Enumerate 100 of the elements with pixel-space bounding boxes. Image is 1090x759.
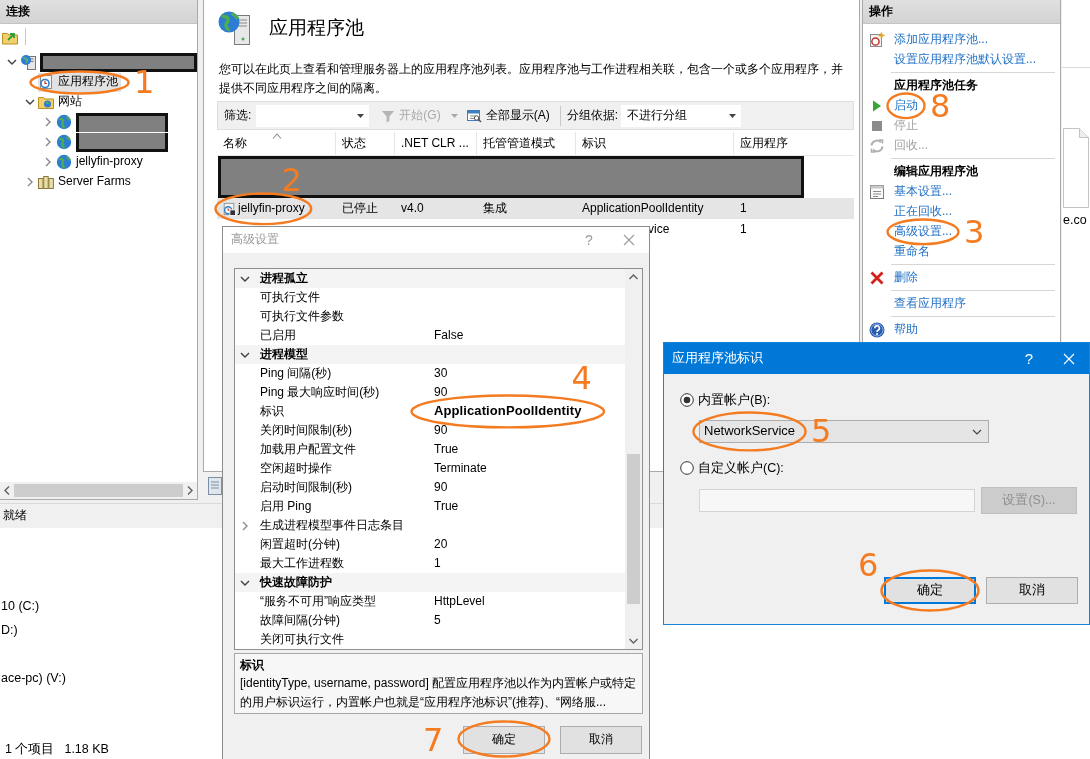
- category-label: 进程模型: [260, 346, 308, 363]
- caret-down-icon[interactable]: [450, 113, 458, 118]
- property-value: True: [434, 441, 459, 458]
- radio-label[interactable]: 内置帐户(B):: [698, 391, 771, 409]
- status-text: 1.18 KB: [64, 740, 109, 757]
- tree-item[interactable]: [56, 132, 171, 152]
- property-name: 最大工作进程数: [260, 555, 344, 570]
- property-name: 关闭时间限制(秒): [260, 422, 352, 437]
- action-link[interactable]: 正在回收...: [894, 204, 952, 220]
- dialog-button[interactable]: 确定: [884, 577, 976, 604]
- table-row[interactable]: jellyfin-proxy 已停止 v4.0 集成 ApplicationPoolIdentity 1: [217, 198, 854, 219]
- annotation-number: 7: [423, 726, 444, 754]
- table-cell: v4.0: [401, 200, 424, 217]
- property-name: 启用 Ping: [260, 498, 312, 513]
- annotation-number: 3: [964, 218, 985, 246]
- panel-title: 操作: [869, 3, 893, 20]
- globe-server-icon: [217, 10, 253, 46]
- section-heading: 应用程序池任务: [893, 77, 979, 94]
- radio-label[interactable]: 自定义帐户(C):: [698, 459, 784, 477]
- dialog-button[interactable]: 取消: [560, 726, 642, 754]
- property-value: ApplicationPoolIdentity: [434, 403, 582, 420]
- property-name: 生成进程模型事件日志条目: [260, 517, 404, 532]
- file-name: e.co: [1062, 212, 1088, 229]
- chevron-down-icon[interactable]: [25, 97, 35, 107]
- chevron-right-icon[interactable]: [43, 137, 53, 147]
- property-name: 标识: [260, 403, 284, 418]
- status-text: 就绪: [3, 508, 27, 524]
- close-icon: [1063, 352, 1075, 365]
- action-link[interactable]: 基本设置...: [894, 184, 952, 200]
- annotation-number: 6: [858, 551, 879, 579]
- horizontal-scrollbar[interactable]: [0, 482, 197, 499]
- dialog-button[interactable]: 确定: [463, 726, 545, 754]
- chevron-right-icon[interactable]: [43, 157, 53, 167]
- property-value: 20: [434, 536, 448, 553]
- action-link[interactable]: 重命名: [894, 244, 930, 260]
- property-name: 已启用: [260, 327, 296, 342]
- vertical-scrollbar[interactable]: [625, 269, 642, 649]
- show-all-button[interactable]: 全部显示(A): [463, 107, 552, 124]
- page-clock-icon: [38, 74, 54, 90]
- caret-down-icon: [357, 113, 365, 118]
- tree-item[interactable]: Server Farms: [38, 172, 134, 192]
- category-label: 进程孤立: [260, 270, 308, 287]
- dialog-button[interactable]: 取消: [986, 577, 1078, 604]
- drive-label[interactable]: 10 (C:): [1, 594, 222, 618]
- property-value: 1: [434, 555, 441, 572]
- page-description: 您可以在此页上查看和管理服务器上的应用程序池列表。应用程序池与工作进程相关联，包含一个或多个应用程序，并提供不同应用程序之间的隔离。: [219, 61, 844, 97]
- group-select[interactable]: 不进行分组: [621, 104, 741, 127]
- table-cell: 集成: [483, 200, 507, 217]
- globe-icon: [56, 114, 72, 130]
- funnel-icon: [381, 108, 396, 123]
- chevron-right-icon[interactable]: [240, 520, 250, 531]
- drive-label[interactable]: D:): [1, 618, 222, 642]
- stop-icon: [869, 118, 885, 134]
- property-name: 加载用户配置文件: [260, 441, 356, 456]
- category-label: 快速故障防护: [260, 574, 332, 591]
- tree-item[interactable]: jellyfin-proxy: [56, 152, 146, 172]
- property-name: 启动时间限制(秒): [260, 479, 352, 494]
- table-cell: 已停止: [342, 200, 378, 217]
- action-link[interactable]: 查看应用程序: [894, 296, 966, 312]
- panel-title: 连接: [6, 3, 30, 20]
- annotation-number: 5: [811, 417, 832, 446]
- property-value: 5: [434, 612, 441, 629]
- drive-label[interactable]: ace-pc) (V:): [1, 666, 222, 690]
- radio-button[interactable]: [680, 461, 694, 475]
- globe-icon: [56, 154, 72, 170]
- column-header[interactable]: 应用程序: [734, 132, 855, 156]
- page-plus-icon: [869, 32, 885, 48]
- scroll-right-icon: [187, 486, 193, 495]
- filter-field[interactable]: [256, 104, 370, 127]
- chevron-right-icon[interactable]: [43, 117, 53, 127]
- action-link[interactable]: 删除: [894, 270, 918, 286]
- dialog-title: 应用程序池标识: [672, 350, 764, 367]
- annotation-number: 2: [281, 165, 302, 194]
- help-button[interactable]: ?: [1009, 343, 1049, 374]
- property-name: Ping 最大响应时间(秒): [260, 384, 380, 399]
- chevron-right-icon[interactable]: [25, 177, 35, 187]
- table-cell: ApplicationPoolIdentity: [582, 200, 704, 217]
- description-title: 标识: [240, 657, 265, 674]
- property-name: 闲置超时(分钟): [260, 536, 340, 551]
- chevron-down-icon[interactable]: [7, 57, 17, 67]
- scroll-down-icon: [629, 638, 638, 644]
- scroll-left-icon: [4, 486, 10, 495]
- action-link[interactable]: 设置应用程序池默认设置...: [894, 52, 1036, 68]
- action-link[interactable]: 添加应用程序池...: [894, 32, 988, 48]
- annotation-number: 4: [571, 364, 592, 393]
- page-lines-icon[interactable]: [208, 477, 222, 495]
- radio-button[interactable]: [680, 393, 694, 407]
- dialog-title: 高级设置: [231, 232, 280, 248]
- server-globe-icon: [20, 54, 36, 70]
- chevron-down-icon: [972, 428, 982, 435]
- property-value: Terminate: [434, 460, 487, 477]
- action-link[interactable]: 帮助: [894, 322, 918, 338]
- property-name: 可执行文件: [260, 289, 320, 304]
- group-label: 分组依据:: [566, 107, 618, 124]
- cross-icon: [869, 270, 885, 286]
- tree-item[interactable]: [56, 112, 171, 132]
- tree-item[interactable]: 网站: [38, 92, 85, 112]
- filter-label: 筛选:: [224, 107, 252, 124]
- window-lines-icon: [869, 184, 885, 200]
- highlight-ring: [886, 92, 926, 120]
